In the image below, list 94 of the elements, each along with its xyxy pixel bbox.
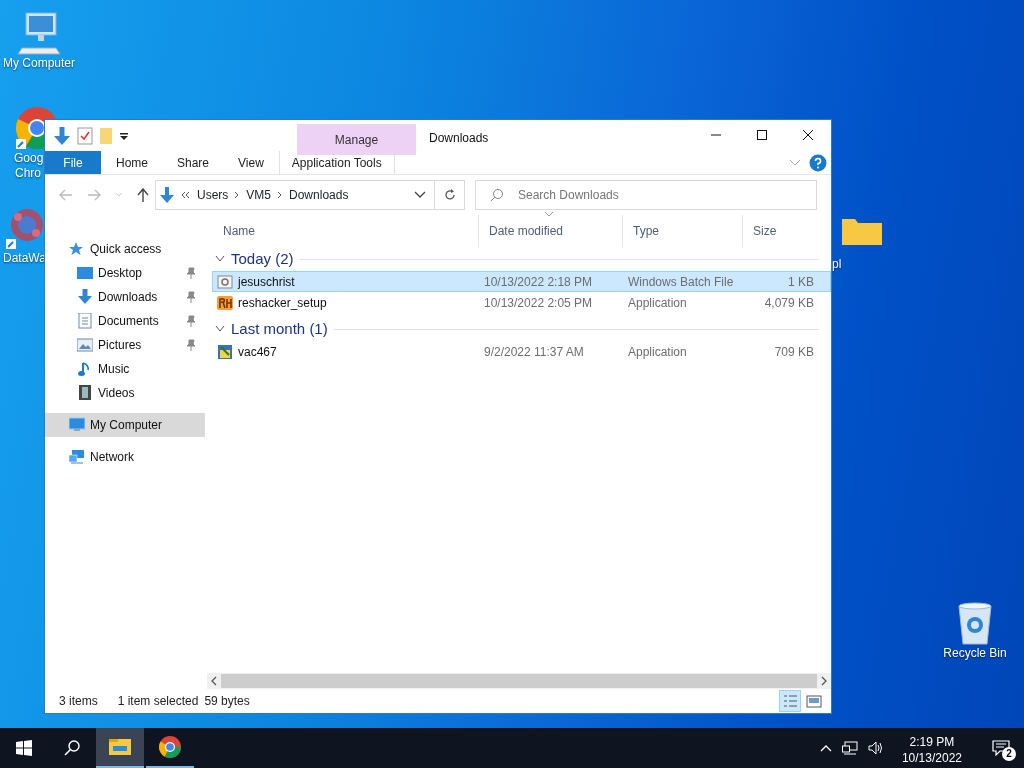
nav-item[interactable]: Pictures	[45, 333, 205, 357]
close-icon[interactable]	[802, 129, 814, 141]
group-header[interactable]: Last month (1)	[231, 317, 328, 341]
network-icon[interactable]	[841, 741, 858, 755]
size-cell-text: 4,079 KB	[763, 294, 815, 312]
nav-item[interactable]: Documents	[45, 309, 205, 333]
ribbon-tab[interactable]: View	[223, 151, 279, 174]
type-cell-text: Windows Batch File	[627, 273, 735, 291]
dropdown-icon[interactable]	[119, 131, 129, 141]
breadcrumb-item[interactable]: VM5	[246, 186, 272, 204]
download-arrow-icon	[77, 289, 93, 305]
icon-label: Chro	[15, 166, 41, 181]
chrome-icon[interactable]	[158, 735, 182, 759]
notification-count: 2	[1002, 747, 1016, 761]
search-icon	[490, 188, 504, 202]
nav-item[interactable]: Quick access	[45, 237, 205, 261]
status-text: 3 items	[59, 693, 98, 710]
computer-icon	[69, 417, 85, 433]
column-header[interactable]: Size	[742, 215, 818, 247]
clock[interactable]: 2:19 PM 10/13/2022	[893, 728, 970, 768]
ribbon-tab[interactable]: Share	[163, 151, 224, 174]
type-cell-text: Application	[627, 343, 688, 361]
search-box[interactable]: Search Downloads	[475, 180, 817, 210]
search-icon[interactable]	[64, 740, 80, 756]
chevron-down-icon[interactable]	[215, 255, 225, 263]
nav-item[interactable]: Music	[45, 357, 205, 381]
properties-icon[interactable]	[77, 127, 93, 145]
chevron-down-icon[interactable]	[414, 191, 426, 199]
file-row[interactable]: vac467 9/2/2022 11:37 AM Application 709 KB	[212, 341, 831, 362]
volume-icon[interactable]	[867, 741, 884, 755]
file-row[interactable]: reshacker_setup 10/13/2022 2:05 PM Application 4,079 KB	[212, 292, 831, 313]
desktop-icon	[77, 265, 93, 281]
breadcrumb-item[interactable]: Users	[197, 186, 229, 204]
date-cell-text: 10/13/2022 2:18 PM	[483, 273, 594, 291]
scrollbar-thumb[interactable]	[221, 674, 817, 688]
column-header[interactable]: Date modified	[478, 215, 622, 247]
icon-label: Recycle Bin	[943, 646, 1007, 661]
icon-label: My Computer	[3, 56, 75, 71]
picture-icon	[77, 337, 93, 353]
download-arrow-icon	[159, 186, 175, 204]
windows-logo-icon[interactable]	[16, 740, 32, 756]
message-icon[interactable]	[992, 740, 1012, 756]
up-arrow-icon[interactable]	[137, 188, 149, 202]
window-title: Downloads	[429, 130, 489, 147]
file-row[interactable]: jesuschrist 10/13/2022 2:18 PM Windows Batch File 1 KB	[212, 271, 831, 292]
ribbon-tab[interactable]: Application Tools	[278, 151, 395, 174]
installer-icon	[217, 343, 233, 360]
refresh-icon[interactable]	[443, 189, 456, 201]
recycle-bin-icon	[955, 600, 995, 646]
size-cell-text: 709 KB	[773, 343, 815, 361]
app-icon	[217, 294, 233, 311]
contextual-tab-header: Manage	[297, 124, 416, 155]
chevron-right-icon	[234, 191, 241, 199]
search-field[interactable]: Search Downloads	[516, 185, 806, 205]
nav-item[interactable]: Desktop	[45, 261, 205, 285]
maximize-icon[interactable]	[756, 129, 768, 141]
date-cell-text: 9/2/2022 11:37 AM	[483, 343, 585, 361]
date-cell-text: 10/13/2022 2:05 PM	[483, 294, 594, 312]
film-icon	[77, 385, 93, 401]
file-name: jesuschrist	[238, 273, 295, 291]
nav-item[interactable]: Downloads	[45, 285, 205, 309]
column-header[interactable]: Name	[213, 215, 478, 247]
ribbon-tab[interactable]: File	[45, 151, 101, 174]
type-cell-text: Application	[627, 294, 688, 312]
breadcrumb-item[interactable]: Downloads	[289, 186, 349, 204]
help-icon[interactable]	[809, 154, 827, 172]
size-cell-text: 1 KB	[787, 273, 815, 291]
file-name: vac467	[238, 343, 277, 361]
nav-item[interactable]: My Computer	[45, 413, 205, 437]
notification-button[interactable]: 2	[980, 728, 1024, 768]
group-header[interactable]: Today (2)	[231, 247, 294, 271]
icon-label: Goog	[14, 151, 44, 166]
status-text: 59 bytes	[204, 693, 250, 710]
star-icon	[69, 241, 85, 257]
status-text: 1 item selected	[117, 693, 199, 710]
nav-item[interactable]: Network	[45, 445, 205, 469]
ribbon-tab[interactable]: Home	[101, 151, 163, 174]
column-header[interactable]: Type	[622, 215, 742, 247]
chevron-left-icon	[181, 191, 191, 199]
chevron-down-icon[interactable]	[215, 325, 225, 333]
network-icon	[69, 449, 85, 465]
download-arrow-icon[interactable]	[53, 126, 71, 146]
nav-item[interactable]: Videos	[45, 381, 205, 405]
computer-icon	[16, 10, 62, 56]
file-name: reshacker_setup	[238, 294, 327, 312]
caret-up-icon[interactable]	[819, 744, 832, 752]
chevron-right-icon	[277, 191, 284, 199]
file-explorer-button[interactable]	[96, 728, 144, 768]
gear-file-icon	[217, 273, 233, 290]
icon-label: pl	[832, 257, 842, 272]
document-icon	[77, 313, 93, 329]
refresh-button[interactable]	[435, 180, 465, 210]
address-bar[interactable]: Users VM5 Downloads	[155, 180, 435, 210]
sort-caret-icon	[544, 211, 554, 217]
